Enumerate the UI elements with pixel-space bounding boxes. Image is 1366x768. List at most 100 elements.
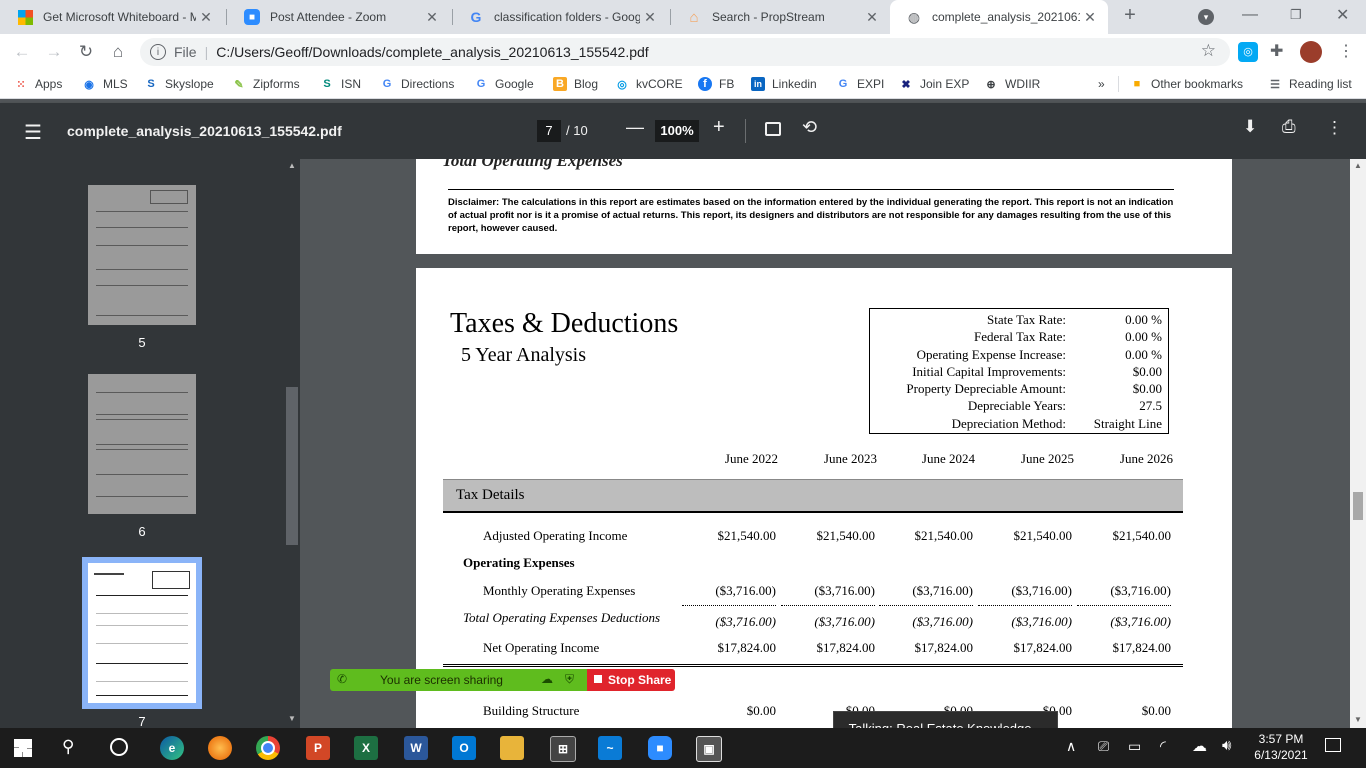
restore-button[interactable]: ❐ (1290, 7, 1302, 23)
info-icon[interactable]: i (150, 44, 166, 60)
search-icon[interactable]: ⚲ (62, 737, 74, 757)
new-tab-button[interactable]: + (1118, 4, 1142, 30)
battery-icon[interactable]: ▭ (1128, 738, 1141, 755)
bookmark-label: FB (719, 77, 735, 91)
bookmark-directions[interactable]: G Directions (380, 70, 455, 98)
tab-search-icon[interactable]: ▾ (1198, 9, 1214, 25)
document-scrollbar[interactable]: ▲ ▼ (1350, 159, 1366, 728)
zoom-icon[interactable]: ■ (648, 736, 672, 760)
assumption-label: Depreciation Method: (951, 415, 1066, 431)
tab-zoom[interactable]: ■ Post Attendee - Zoom ✕ (228, 0, 450, 34)
bookmark-apps[interactable]: ⁙ Apps (14, 70, 62, 98)
bookmark-mls[interactable]: ◉ MLS (82, 70, 128, 98)
document-scrollbar-thumb[interactable] (1353, 492, 1363, 520)
sidebar-scrollbar[interactable]: ▲ ▼ (286, 159, 298, 728)
sidebar-scrollbar-thumb[interactable] (286, 387, 298, 545)
reading-list[interactable]: ☰ Reading list (1268, 70, 1352, 98)
scroll-up-icon[interactable]: ▲ (288, 161, 296, 170)
zoom-in-button[interactable]: + (713, 116, 725, 139)
print-icon[interactable]: ⎙ (1282, 117, 1296, 137)
bookmark-isn[interactable]: S ISN (320, 70, 361, 98)
bookmark-expi[interactable]: G EXPI (836, 70, 885, 98)
bookmark-join-exp[interactable]: ✖ Join EXP (899, 70, 969, 98)
thumbnail-page-7[interactable] (88, 563, 196, 703)
isn-icon: S (323, 78, 331, 90)
operating-expenses-header: Operating Expenses (463, 555, 575, 570)
download-icon[interactable]: ⬇ (1243, 117, 1257, 137)
close-tab-icon[interactable]: ✕ (862, 9, 882, 26)
system-clock[interactable]: 3:57 PM 6/13/2021 (1250, 731, 1312, 763)
close-tab-icon[interactable]: ✕ (1080, 9, 1100, 26)
bookmark-star-icon[interactable]: ☆ (1201, 41, 1216, 61)
tab-complete-analysis[interactable]: ◍ complete_analysis_20210613 ✕ (890, 0, 1108, 34)
word-icon[interactable]: W (404, 736, 428, 760)
phone-icon: ✆ (337, 672, 348, 686)
zoom-level-input[interactable]: 100% (655, 120, 699, 142)
app-window-icon[interactable]: ▣ (696, 736, 722, 762)
outlook-icon[interactable]: O (452, 736, 476, 760)
edge-icon[interactable]: e (160, 736, 184, 760)
tab-microsoft-whiteboard[interactable]: Get Microsoft Whiteboard - M ✕ (2, 0, 224, 34)
tab-title: classification folders - Google (494, 10, 640, 24)
back-button[interactable]: ← (8, 34, 36, 70)
bookmarks-overflow-button[interactable]: » (1098, 70, 1105, 98)
whiteboard-icon[interactable]: ~ (598, 736, 622, 760)
mls-icon: ◉ (84, 78, 94, 91)
tab-propstream[interactable]: ⌂ Search - PropStream ✕ (670, 0, 890, 34)
fit-page-icon[interactable] (765, 122, 781, 136)
close-tab-icon[interactable]: ✕ (422, 9, 442, 26)
show-hidden-icons[interactable]: ∧ (1066, 738, 1076, 755)
address-divider: | (204, 44, 209, 60)
sidebar-menu-icon[interactable]: ☰ (24, 120, 42, 145)
close-tab-icon[interactable]: ✕ (640, 9, 660, 26)
thumbnail-label: 6 (138, 524, 146, 539)
stop-share-button[interactable]: Stop Share (587, 669, 675, 691)
assumption-value: 0.00 % (1125, 329, 1162, 345)
bookmark-google[interactable]: G Google (474, 70, 534, 98)
home-button[interactable]: ⌂ (104, 34, 132, 70)
firefox-icon[interactable] (208, 736, 232, 760)
close-tab-icon[interactable]: ✕ (196, 9, 216, 26)
minimize-button[interactable]: — (1242, 6, 1258, 24)
file-explorer-icon[interactable] (500, 736, 524, 760)
tab-google-search[interactable]: G classification folders - Google ✕ (452, 0, 668, 34)
meet-now-icon[interactable]: ⎚ (1098, 738, 1109, 755)
zoom-out-button[interactable]: — (626, 117, 644, 138)
forward-button[interactable]: → (40, 34, 68, 70)
onedrive-icon[interactable]: ☁ (1192, 737, 1207, 755)
excel-icon[interactable]: X (354, 736, 378, 760)
globe-icon: ⊕ (986, 78, 996, 91)
more-actions-icon[interactable]: ⋮ (1326, 118, 1343, 138)
wifi-icon[interactable]: ◜ (1160, 737, 1166, 755)
bookmark-zipforms[interactable]: ✎ Zipforms (232, 70, 299, 98)
page-number-input[interactable]: 7 (537, 120, 561, 142)
scroll-down-icon[interactable]: ▼ (1354, 715, 1362, 724)
extensions-puzzle-icon[interactable]: ✚ (1270, 41, 1283, 61)
bookmark-wdiir[interactable]: ⊕ WDIIR (984, 70, 1040, 98)
bookmark-blog[interactable]: B Blog (553, 70, 598, 98)
cortana-icon[interactable] (110, 738, 128, 756)
chrome-menu-icon[interactable]: ⋮ (1338, 41, 1354, 61)
thumbnail-page-5[interactable] (88, 185, 196, 325)
thumbnail-page-6[interactable] (88, 374, 196, 514)
bookmark-skyslope[interactable]: S Skyslope (144, 70, 213, 98)
bookmark-label: Directions (401, 77, 455, 91)
reload-button[interactable]: ↻ (72, 34, 100, 70)
windows-start-icon[interactable] (14, 739, 32, 757)
bookmark-fb[interactable]: f FB (698, 70, 734, 98)
scroll-up-icon[interactable]: ▲ (1354, 161, 1362, 170)
close-window-button[interactable]: ✕ (1336, 5, 1349, 25)
store-icon[interactable]: ⊞ (550, 736, 576, 762)
bookmark-linkedin[interactable]: in Linkedin (751, 70, 817, 98)
profile-avatar[interactable] (1300, 41, 1322, 63)
bookmark-kvcore[interactable]: ◎ kvCORE (615, 70, 682, 98)
chrome-icon[interactable] (256, 736, 280, 760)
rotate-icon[interactable]: ⟲ (802, 117, 817, 138)
address-bar[interactable]: i File | C:/Users/Geoff/Downloads/comple… (140, 38, 1230, 66)
scroll-down-icon[interactable]: ▼ (288, 714, 296, 723)
extension-icon[interactable]: ◎ (1238, 42, 1258, 62)
notifications-icon[interactable] (1325, 738, 1341, 752)
volume-icon[interactable]: 🔊︎ (1222, 737, 1231, 754)
powerpoint-icon[interactable]: P (306, 736, 330, 760)
other-bookmarks[interactable]: ■ Other bookmarks (1130, 70, 1243, 98)
